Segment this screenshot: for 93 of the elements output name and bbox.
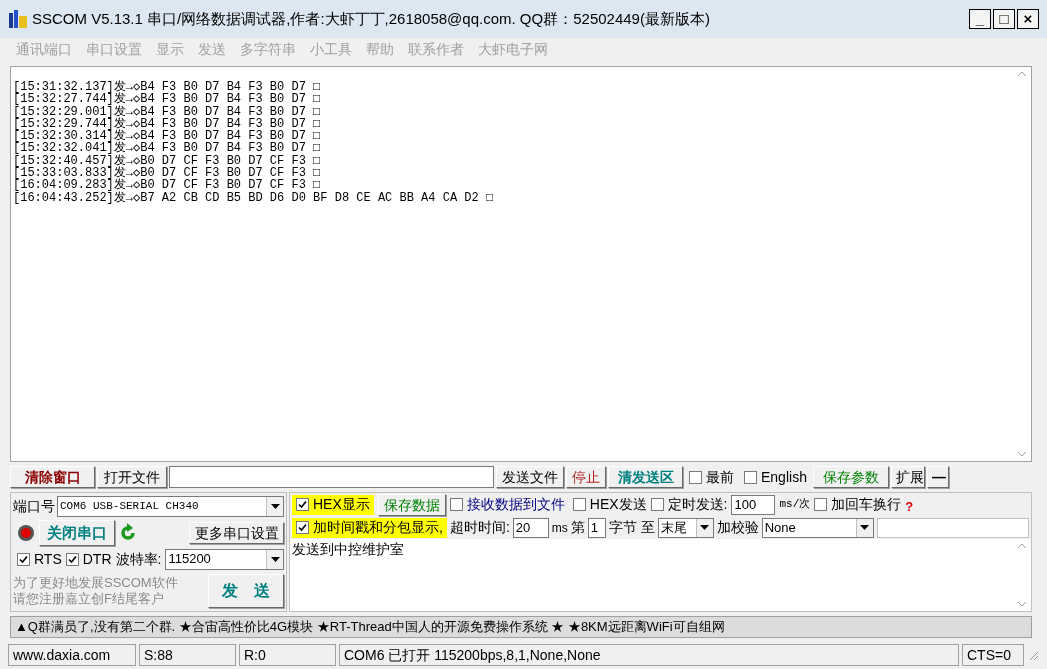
checksum-field[interactable] xyxy=(876,517,1029,538)
collapse-button[interactable]: — xyxy=(926,466,949,488)
status-field: COM6 已打开 115200bps,8,1,None,None xyxy=(339,644,959,666)
log-line: [15:32:27.744]发→◇B4 F3 B0 D7 B4 F3 B0 D7 □ xyxy=(13,93,321,106)
log-line: [15:32:30.314]发→◇B4 F3 B0 D7 B4 F3 B0 D7 □ xyxy=(13,130,321,143)
clear-send-area-button[interactable]: 清发送区 xyxy=(608,466,683,488)
interval-unit: ms/次 xyxy=(779,497,811,513)
refresh-icon xyxy=(119,522,137,543)
interval-field[interactable]: 100 xyxy=(731,494,776,515)
checkbox-label: 加时间戳和分包显示, xyxy=(313,518,443,537)
more-port-settings-button[interactable]: 更多串口设置 xyxy=(189,521,284,544)
checkbox-label: 接收数据到文件 xyxy=(466,495,565,514)
checkbox[interactable] xyxy=(449,498,463,511)
checksum-value: None xyxy=(763,518,797,537)
log-line: [16:04:09.283]发→◇B0 D7 CF F3 B0 D7 CF F3 □ xyxy=(13,179,321,192)
checkbox-label: 最前 xyxy=(706,467,734,487)
scroll-up-icon xyxy=(1017,543,1027,549)
log-line: [16:04:43.252]发→◇B7 A2 CB CD B5 BD D6 D0 BF D8 CE AC BB A4 CA D2 □ xyxy=(13,191,494,204)
resize-grip-icon xyxy=(1027,649,1039,661)
minimize-button[interactable]: _ xyxy=(969,9,991,29)
dropdown-arrow-button[interactable] xyxy=(855,518,873,537)
help-icon[interactable]: ? xyxy=(905,496,914,516)
caret-icon xyxy=(270,556,280,562)
window-title: SSCOM V5.13.1 串口/网络数据调试器,作者:大虾丁丁,2618058@qq.com. QQ群：52502449(最新版本) xyxy=(32,8,710,29)
log-line: [15:32:40.457]发→◇B0 D7 CF F3 B0 D7 CF F3 □ xyxy=(13,154,321,168)
checkbox-label: 加回车换行 xyxy=(831,495,902,514)
send-button[interactable]: 发 送 xyxy=(208,573,284,608)
checkbox-label: English xyxy=(761,467,807,487)
file-path-field[interactable] xyxy=(169,466,494,488)
close-button[interactable]: × xyxy=(1017,9,1039,29)
clear-window-button[interactable]: 清除窗口 xyxy=(10,466,95,488)
stop-button[interactable]: 停止 xyxy=(566,466,606,488)
to-value: 末尾 xyxy=(659,518,688,537)
timeout-unit: ms xyxy=(551,519,568,537)
status-field: www.daxia.com xyxy=(8,644,136,666)
from-label: 第 xyxy=(570,518,585,537)
ticker-text: ▲Q群满员了,没有第二个群. ★合宙高性价比4G模块 ★RT-Thread中国人的开源免费操作系统 ★ ★8KM远距离WiFi可自组网 xyxy=(15,618,725,637)
promo-text: 为了更好地发展SSCOM软件 xyxy=(13,574,178,591)
from-byte-field[interactable]: 1 xyxy=(587,517,606,538)
timeout-label: 超时时间: xyxy=(449,518,510,537)
checkbox[interactable] xyxy=(296,498,309,511)
timeout-field[interactable]: 20 xyxy=(512,517,549,538)
dropdown-arrow-button[interactable] xyxy=(695,518,713,537)
checkbox[interactable] xyxy=(650,498,664,511)
baud-label: 波特率: xyxy=(115,549,162,569)
send-text: 发送到中控维护室 xyxy=(291,540,405,559)
checkbox[interactable] xyxy=(65,552,79,566)
open-file-button[interactable]: 打开文件 xyxy=(97,466,167,488)
log-line: [15:32:29.744]发→◇B4 F3 B0 D7 B4 F3 B0 D7 □ xyxy=(13,117,321,131)
scroll-down-icon xyxy=(1017,601,1027,607)
promo-text: 请您注册嘉立创F结尾客户 xyxy=(13,590,165,607)
caret-icon xyxy=(270,503,280,509)
save-data-button[interactable]: 保存数据 xyxy=(377,493,446,516)
dropdown-arrow-button[interactable] xyxy=(266,549,283,569)
bytes-to-label: 字节 至 xyxy=(608,518,655,537)
checkbox[interactable] xyxy=(296,521,309,534)
checksum-label: 加校验 xyxy=(716,518,759,537)
checkbox[interactable] xyxy=(744,470,757,484)
extend-button[interactable]: 扩展 xyxy=(890,466,925,488)
caret-icon xyxy=(860,525,870,530)
checkbox[interactable] xyxy=(17,552,30,566)
send-text-area[interactable]: 发送到中控维护室 xyxy=(290,539,1031,611)
checkbox-label: 定时发送: xyxy=(667,495,728,514)
checksum-dropdown[interactable]: None xyxy=(761,517,874,538)
port-value: COM6 USB-SERIAL CH340 xyxy=(59,498,200,514)
checkbox[interactable] xyxy=(689,470,702,484)
scroll-up-icon xyxy=(1017,71,1027,77)
caret-icon xyxy=(700,525,710,530)
baud-value: 115200 xyxy=(167,550,212,569)
send-file-button[interactable]: 发送文件 xyxy=(496,466,564,488)
checkbox-label: DTR xyxy=(82,549,112,569)
status-field: S:88 xyxy=(139,644,236,666)
to-dropdown[interactable]: 末尾 xyxy=(657,517,714,538)
status-field: CTS=0 xyxy=(962,644,1024,666)
port-label: 端口号 xyxy=(13,496,55,516)
baud-dropdown[interactable]: 115200 xyxy=(165,548,284,570)
log-line: [15:31:32.137]发→◇B4 F3 B0 D7 B4 F3 B0 D7 □ xyxy=(13,81,321,94)
checkbox[interactable] xyxy=(572,498,586,511)
save-params-button[interactable]: 保存参数 xyxy=(812,466,889,488)
scroll-down-icon xyxy=(1017,451,1027,457)
maximize-button[interactable]: □ xyxy=(993,9,1015,29)
checkbox-label: HEX显示 xyxy=(313,495,370,514)
app-logo-icon xyxy=(8,10,28,28)
log-line: [15:32:29.001]发→◇B4 F3 B0 D7 B4 F3 B0 D7 □ xyxy=(13,105,321,118)
log-line: [15:33:03.833]发→◇B0 D7 CF F3 B0 D7 CF F3 □ xyxy=(13,167,321,180)
port-dropdown[interactable]: COM6 USB-SERIAL CH340 xyxy=(57,495,284,517)
checkbox-label: HEX发送 xyxy=(589,495,647,514)
checkbox-label: RTS xyxy=(34,549,62,569)
log-line: [15:32:32.041]发→◇B4 F3 B0 D7 B4 F3 B0 D7 □ xyxy=(13,142,321,155)
checkbox[interactable] xyxy=(814,498,828,511)
close-port-button[interactable]: 关闭串口 xyxy=(39,519,115,546)
dropdown-arrow-button[interactable] xyxy=(266,496,283,516)
status-field: R:0 xyxy=(239,644,336,666)
